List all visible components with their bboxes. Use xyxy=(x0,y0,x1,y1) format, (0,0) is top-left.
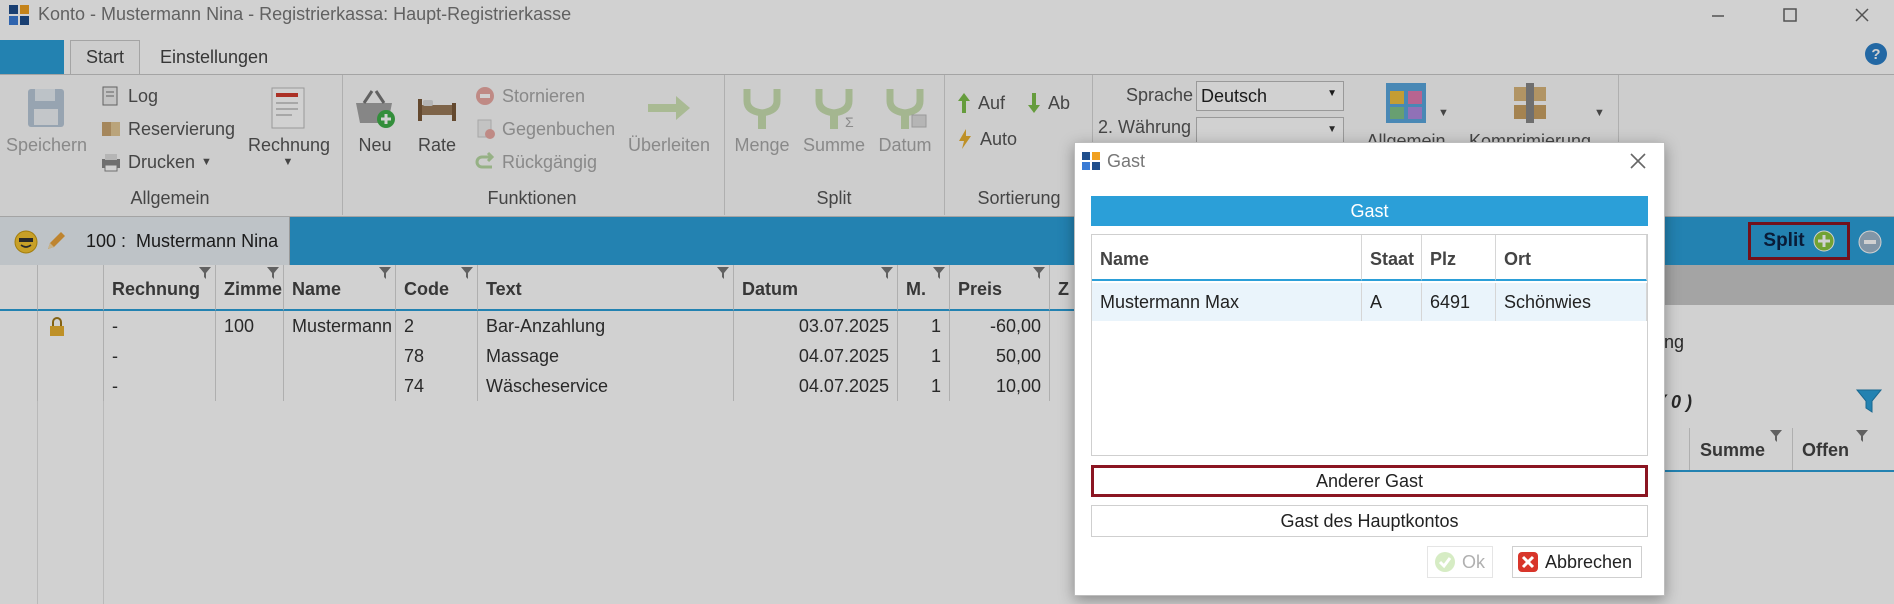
column-header-name[interactable]: Name xyxy=(1092,235,1362,281)
anderer-gast-button[interactable]: Anderer Gast xyxy=(1091,465,1648,497)
guest-cell-ort[interactable]: Schönwies xyxy=(1496,283,1647,321)
column-header-ort[interactable]: Ort xyxy=(1496,235,1647,281)
ok-button[interactable]: Ok xyxy=(1427,546,1493,578)
guest-cell-plz[interactable]: 6491 xyxy=(1422,283,1496,321)
column-header-plz[interactable]: Plz xyxy=(1422,235,1496,281)
cancel-x-icon xyxy=(1517,551,1539,573)
app-logo-icon xyxy=(1081,151,1101,171)
ok-label: Ok xyxy=(1462,551,1486,572)
abbrechen-button[interactable]: Abbrechen xyxy=(1512,546,1642,578)
dialog-title: Gast xyxy=(1107,151,1146,171)
column-header-staat[interactable]: Staat xyxy=(1362,235,1422,281)
gast-hauptkonto-button[interactable]: Gast des Hauptkontos xyxy=(1091,505,1648,537)
close-icon[interactable] xyxy=(1621,147,1655,175)
check-icon xyxy=(1434,551,1456,573)
gast-dialog: Gast Gast Name Staat Plz Ort Mustermann … xyxy=(1074,142,1665,596)
abbrechen-label: Abbrechen xyxy=(1545,551,1633,572)
guest-cell-staat[interactable]: A xyxy=(1362,283,1422,321)
dialog-section-header: Gast xyxy=(1091,196,1648,226)
guest-cell-name[interactable]: Mustermann Max xyxy=(1092,283,1362,321)
guest-grid: Name Staat Plz Ort Mustermann Max A 6491… xyxy=(1091,234,1648,456)
